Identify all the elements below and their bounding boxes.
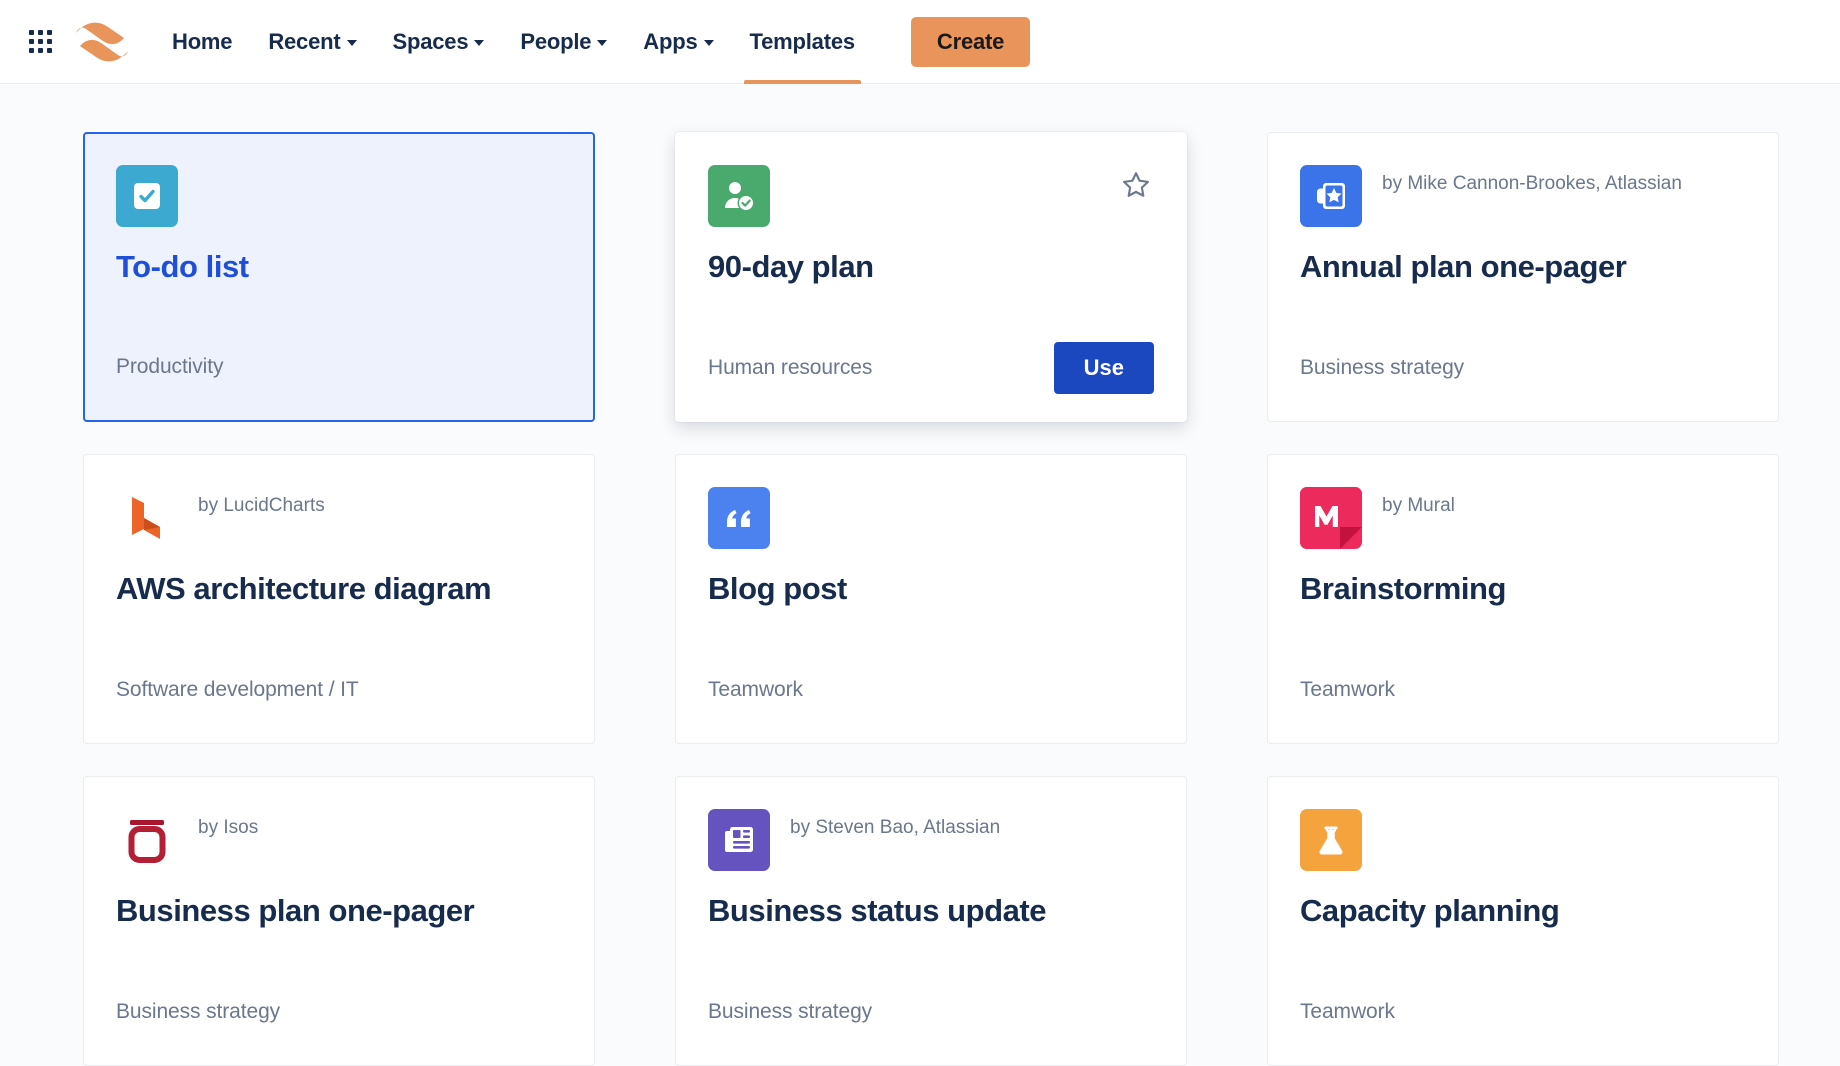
template-title: AWS architecture diagram <box>116 571 562 607</box>
nav-item-label: People <box>520 29 591 55</box>
template-author-byline: by Isos <box>198 809 258 841</box>
template-title: Blog post <box>708 571 1154 607</box>
template-card[interactable]: Blog post Teamwork <box>675 454 1187 744</box>
chevron-down-icon <box>347 40 357 46</box>
template-category: Human resources <box>708 356 872 380</box>
lucidcharts-logo-icon <box>116 487 178 549</box>
person-check-icon <box>708 165 770 227</box>
checkbox-icon <box>116 165 178 227</box>
create-button[interactable]: Create <box>911 17 1030 67</box>
template-title: Business status update <box>708 893 1154 929</box>
template-card[interactable]: by Steven Bao, Atlassian Business status … <box>675 776 1187 1066</box>
template-title: Capacity planning <box>1300 893 1746 929</box>
template-category: Business strategy <box>116 1000 280 1024</box>
confluence-logo-icon[interactable] <box>70 12 134 72</box>
template-card-footer: Teamwork <box>1300 637 1746 743</box>
nav-item-apps[interactable]: Apps <box>625 0 731 84</box>
template-card-footer: Teamwork <box>708 637 1154 743</box>
template-title: Brainstorming <box>1300 571 1746 607</box>
template-card[interactable]: To-do list Productivity <box>83 132 595 422</box>
app-switcher-button[interactable] <box>18 20 62 64</box>
template-card[interactable]: Capacity planning Teamwork <box>1267 776 1779 1066</box>
favorite-star-button[interactable] <box>1116 165 1156 205</box>
use-template-button[interactable]: Use <box>1054 342 1154 394</box>
chevron-down-icon <box>597 40 607 46</box>
nav-item-label: Recent <box>268 29 340 55</box>
template-category: Teamwork <box>708 678 803 702</box>
template-card-header: by LucidCharts <box>116 487 562 549</box>
template-category: Teamwork <box>1300 678 1395 702</box>
template-card-header <box>116 165 562 227</box>
template-category: Teamwork <box>1300 1000 1395 1024</box>
template-card-header: by Mike Cannon-Brookes, Atlassian <box>1300 165 1746 227</box>
template-title: To-do list <box>116 249 562 285</box>
template-card[interactable]: by Isos Business plan one-pager Business s… <box>83 776 595 1066</box>
template-card-header: by Mural <box>1300 487 1746 549</box>
nav-item-templates[interactable]: Templates <box>732 0 873 84</box>
template-category: Business strategy <box>708 1000 872 1024</box>
nav-item-recent[interactable]: Recent <box>250 0 374 84</box>
nav-item-home[interactable]: Home <box>154 0 250 84</box>
chevron-down-icon <box>474 40 484 46</box>
template-card-footer: Productivity <box>116 314 562 420</box>
template-author-byline: by LucidCharts <box>198 487 325 519</box>
newspaper-icon <box>708 809 770 871</box>
template-card-grid: To-do list Productivity 90-day plan Human r… <box>0 132 1840 1066</box>
nav-item-people[interactable]: People <box>502 0 625 84</box>
template-card-header: by Isos <box>116 809 562 871</box>
template-title: 90-day plan <box>708 249 1154 285</box>
nav-item-label: Templates <box>750 29 855 55</box>
template-card[interactable]: by LucidCharts AWS architecture diagram So… <box>83 454 595 744</box>
template-author-byline: by Steven Bao, Atlassian <box>790 809 1000 841</box>
nav-item-label: Spaces <box>393 29 469 55</box>
document-star-icon <box>1300 165 1362 227</box>
isos-logo-icon <box>116 809 178 871</box>
template-card-header <box>708 165 1154 227</box>
template-card-footer: Business strategy <box>1300 315 1746 421</box>
nav-item-label: Apps <box>643 29 697 55</box>
template-card[interactable]: 90-day plan Human resources Use <box>675 132 1187 422</box>
template-title: Annual plan one-pager <box>1300 249 1746 285</box>
chevron-down-icon <box>704 40 714 46</box>
template-author-byline: by Mike Cannon-Brookes, Atlassian <box>1382 165 1682 197</box>
template-card[interactable]: by Mike Cannon-Brookes, Atlassian Annual … <box>1267 132 1779 422</box>
template-category: Software development / IT <box>116 678 359 702</box>
template-card-footer: Teamwork <box>1300 959 1746 1065</box>
nav-item-spaces[interactable]: Spaces <box>375 0 503 84</box>
template-card[interactable]: by Mural Brainstorming Teamwork <box>1267 454 1779 744</box>
template-card-header: by Steven Bao, Atlassian <box>708 809 1154 871</box>
template-category: Business strategy <box>1300 356 1464 380</box>
templates-content-area: To-do list Productivity 90-day plan Human r… <box>0 84 1840 1066</box>
nav-item-label: Home <box>172 29 232 55</box>
template-title: Business plan one-pager <box>116 893 562 929</box>
primary-nav-items: Home Recent Spaces People Apps Templates <box>154 0 873 84</box>
mural-logo-icon <box>1300 487 1362 549</box>
template-card-footer: Software development / IT <box>116 637 562 743</box>
flask-icon <box>1300 809 1362 871</box>
template-author-byline: by Mural <box>1382 487 1455 519</box>
star-outline-icon <box>1121 170 1151 200</box>
template-card-header <box>708 487 1154 549</box>
top-navigation-bar: Home Recent Spaces People Apps Templates… <box>0 0 1840 84</box>
template-card-footer: Business strategy <box>116 959 562 1065</box>
template-card-header <box>1300 809 1746 871</box>
app-switcher-grid-icon <box>29 30 52 53</box>
quote-icon <box>708 487 770 549</box>
template-card-footer: Human resources Use <box>708 315 1154 421</box>
template-category: Productivity <box>116 355 223 379</box>
template-card-footer: Business strategy <box>708 959 1154 1065</box>
